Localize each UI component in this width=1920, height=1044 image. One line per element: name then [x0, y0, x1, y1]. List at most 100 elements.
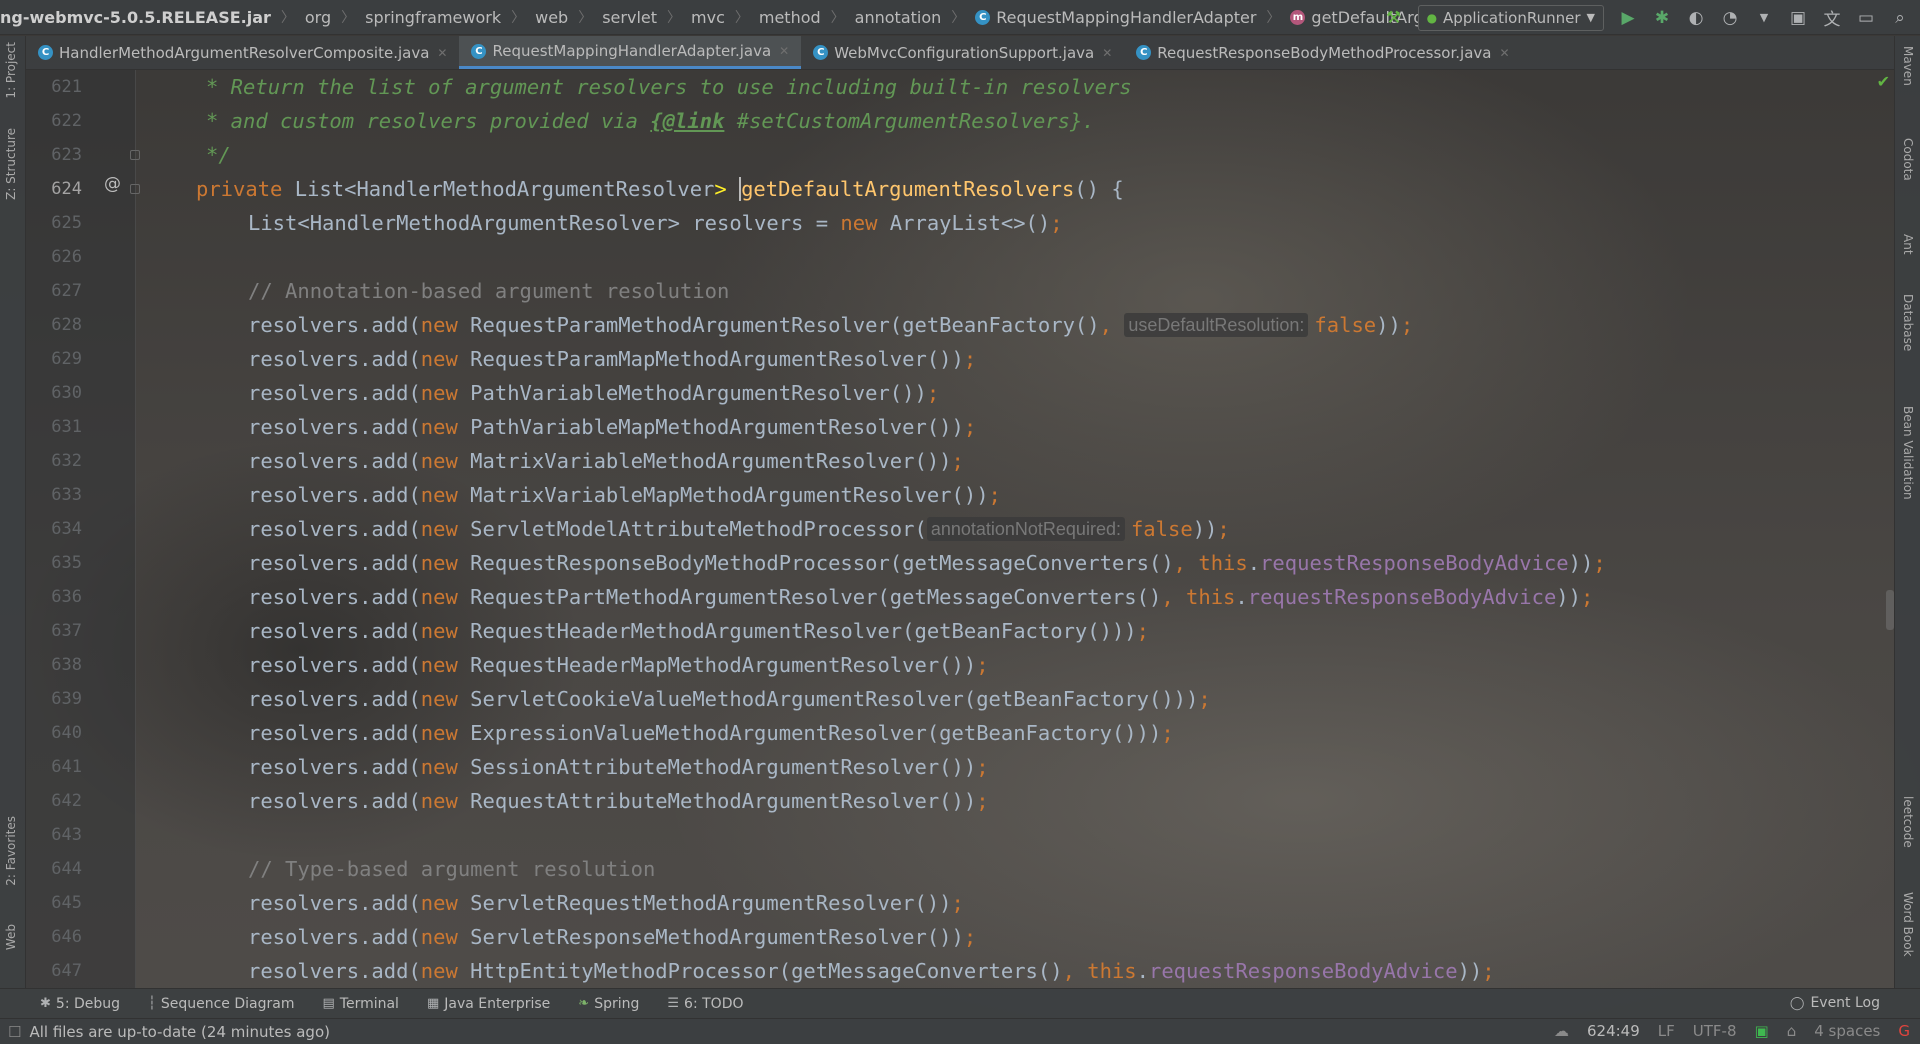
tab-web-mvc-configuration-support[interactable]: C WebMvcConfigurationSupport.java ✕: [801, 36, 1124, 69]
code-editor[interactable]: * Return the list of argument resolvers …: [136, 70, 1894, 988]
project-structure-icon[interactable]: ▣: [1788, 8, 1808, 28]
tab-request-mapping-handler-adapter[interactable]: C RequestMappingHandlerAdapter.java ✕: [459, 36, 802, 69]
caret-position[interactable]: 624:49: [1587, 1022, 1640, 1040]
tool-ant[interactable]: Ant: [1901, 234, 1915, 255]
code-line-641: resolvers.add(new SessionAttributeMethod…: [248, 755, 989, 779]
tool-todo[interactable]: ☰ 6: TODO: [653, 996, 757, 1012]
tool-label: Terminal: [339, 995, 399, 1012]
code-text: resolvers.add(: [248, 789, 421, 813]
tool-leetcode[interactable]: leetcode: [1901, 796, 1915, 848]
tool-favorites[interactable]: 2: Favorites: [4, 816, 18, 886]
line-number: 632: [51, 451, 82, 471]
editor-scrollbar[interactable]: [1886, 590, 1894, 630]
cloud-sync-icon[interactable]: ☁: [1554, 1022, 1569, 1040]
code-line-638: resolvers.add(new RequestHeaderMapMethod…: [248, 653, 989, 677]
tab-handler-method-argument-resolver-composite[interactable]: C HandlerMethodArgumentResolverComposite…: [26, 36, 459, 69]
breadcrumb-springframework[interactable]: springframework: [361, 8, 505, 27]
field-reference[interactable]: requestResponseBodyAdvice: [1260, 551, 1569, 575]
more-chevron-down-icon[interactable]: ▼: [1754, 11, 1774, 24]
semicolon: ;: [1050, 211, 1063, 235]
tab-request-response-body-method-processor[interactable]: C RequestResponseBodyMethodProcessor.jav…: [1124, 36, 1521, 69]
code-text: resolvers.add(: [248, 619, 421, 643]
coverage-icon[interactable]: ◐: [1686, 8, 1706, 28]
debug-bug-icon[interactable]: ✱: [1652, 8, 1672, 28]
tool-web[interactable]: Web: [4, 924, 18, 950]
code-text: resolvers.add(: [248, 891, 421, 915]
code-text: RequestResponseBodyMethodProcessor(getMe…: [457, 551, 1174, 575]
close-icon[interactable]: ✕: [1499, 46, 1509, 60]
editor-gutter[interactable]: 621 622 623 624 @ 625 626 627 628 629 63…: [26, 70, 140, 988]
search-everywhere-icon[interactable]: ⌕: [1890, 8, 1910, 28]
code-text: PathVariableMethodArgumentResolver()): [457, 381, 927, 405]
implements-annotation-icon[interactable]: @: [104, 174, 121, 194]
field-reference[interactable]: requestResponseBodyAdvice: [1248, 585, 1557, 609]
code-line-637: resolvers.add(new RequestHeaderMethodArg…: [248, 619, 1149, 643]
breadcrumb-class[interactable]: C RequestMappingHandlerAdapter: [971, 8, 1260, 27]
build-hammer-icon[interactable]: ⚒: [1384, 8, 1404, 28]
code-line-629: resolvers.add(new RequestParamMapMethodA…: [248, 347, 977, 371]
tool-structure[interactable]: Z: Structure: [4, 128, 18, 200]
keyword: new: [420, 381, 458, 405]
tool-database[interactable]: Database: [1901, 294, 1915, 351]
line-number: 625: [51, 213, 82, 233]
keyword: new: [420, 313, 458, 337]
google-icon[interactable]: G: [1898, 1022, 1910, 1040]
tool-bean-validation[interactable]: Bean Validation: [1901, 406, 1915, 500]
code-line-633: resolvers.add(new MatrixVariableMapMetho…: [248, 483, 1001, 507]
code-text: ArrayList<>(): [877, 211, 1051, 235]
tool-spring[interactable]: ❧ Spring: [564, 996, 653, 1012]
breadcrumb-method[interactable]: method: [755, 8, 825, 27]
keyword: new: [420, 789, 458, 813]
indent-setting[interactable]: 4 spaces: [1814, 1022, 1880, 1040]
profile-icon[interactable]: ◔: [1720, 8, 1740, 28]
breadcrumb-jar[interactable]: ng-webmvc-5.0.5.RELEASE.jar: [0, 8, 275, 27]
event-log-button[interactable]: ◯ Event Log: [1790, 995, 1880, 1011]
lock-icon[interactable]: ⌂: [1787, 1022, 1797, 1040]
inspection-ok-check-icon[interactable]: ✔: [1877, 72, 1890, 91]
plugin-status-icon[interactable]: ▣: [1755, 1022, 1769, 1040]
run-icon[interactable]: ▶: [1618, 8, 1638, 28]
code-text: ServletCookieValueMethodArgumentResolver…: [457, 687, 1199, 711]
tool-word-book[interactable]: Word Book: [1901, 892, 1915, 957]
close-icon[interactable]: ✕: [779, 44, 789, 58]
line-separator[interactable]: LF: [1658, 1022, 1675, 1040]
code-text: RequestHeaderMethodArgumentResolver(getB…: [457, 619, 1137, 643]
field-reference[interactable]: requestResponseBodyAdvice: [1149, 959, 1458, 983]
tool-debug[interactable]: ✱ 5: Debug: [26, 996, 134, 1012]
code-line-632: resolvers.add(new MatrixVariableMethodAr…: [248, 449, 964, 473]
breadcrumb-separator-icon: 〉: [734, 10, 749, 26]
presentation-mode-icon[interactable]: ▭: [1856, 8, 1876, 28]
breadcrumb-org[interactable]: org: [301, 8, 335, 27]
line-number: 628: [51, 315, 82, 335]
tool-java-enterprise[interactable]: ▦ Java Enterprise: [413, 996, 564, 1012]
breadcrumb-annotation[interactable]: annotation: [851, 8, 946, 27]
breadcrumb-web[interactable]: web: [531, 8, 572, 27]
close-icon[interactable]: ✕: [1102, 46, 1112, 60]
code-text: resolvers.add(: [248, 551, 421, 575]
doc-link-tag[interactable]: {@link: [650, 109, 724, 133]
close-icon[interactable]: ✕: [437, 46, 447, 60]
run-configuration-select[interactable]: ● ApplicationRunner ▼: [1417, 4, 1604, 31]
code-line-625: List<HandlerMethodArgumentResolver> reso…: [248, 206, 1063, 240]
code-text: MatrixVariableMethodArgumentResolver()): [457, 449, 952, 473]
keyword: this: [1087, 959, 1137, 983]
tool-codota[interactable]: Codota: [1901, 138, 1915, 181]
keyword: new: [420, 619, 458, 643]
tool-project[interactable]: 1: Project: [4, 42, 18, 99]
tool-terminal[interactable]: ▤ Terminal: [308, 996, 412, 1012]
translate-icon[interactable]: 文: [1822, 5, 1842, 30]
spring-app-icon: ●: [1426, 10, 1438, 25]
tool-maven[interactable]: Maven: [1901, 46, 1915, 86]
breadcrumb-servlet[interactable]: servlet: [598, 8, 661, 27]
tool-windows-toggle-icon[interactable]: ☐: [0, 1023, 29, 1041]
file-encoding[interactable]: UTF-8: [1693, 1022, 1737, 1040]
line-number: 629: [51, 349, 82, 369]
code-text: resolvers.add(: [248, 755, 421, 779]
tab-label: HandlerMethodArgumentResolverComposite.j…: [59, 43, 430, 62]
tool-sequence-diagram[interactable]: ┆ Sequence Diagram: [134, 996, 308, 1012]
status-message[interactable]: All files are up-to-date (24 minutes ago…: [29, 1023, 330, 1041]
toolbar-right: ⚒ ● ApplicationRunner ▼ ▶ ✱ ◐ ◔ ▼ ▣ 文 ▭ …: [1384, 0, 1920, 34]
method-declaration[interactable]: getDefaultArgumentResolvers: [739, 177, 1075, 201]
run-configuration-label: ApplicationRunner: [1443, 8, 1581, 27]
breadcrumb-mvc[interactable]: mvc: [687, 8, 729, 27]
